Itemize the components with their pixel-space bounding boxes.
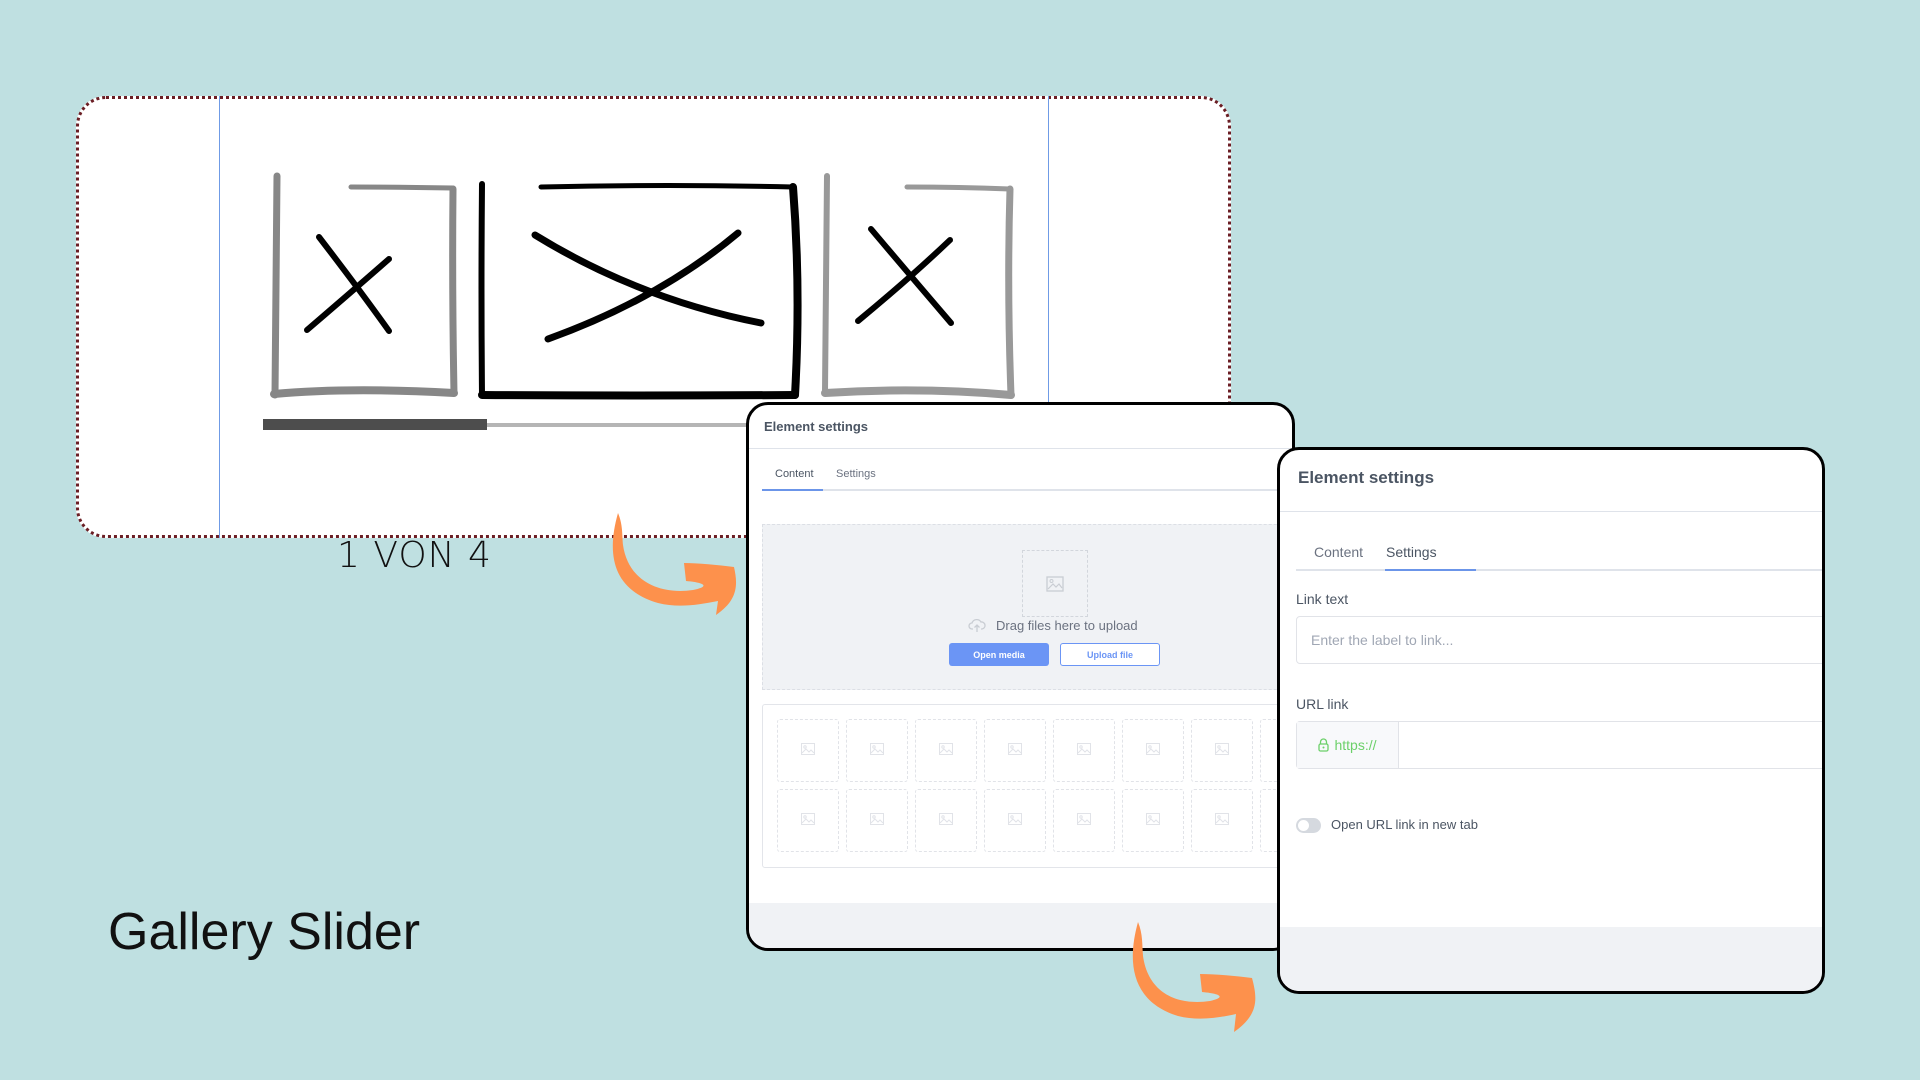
url-link-input[interactable] (1398, 722, 1822, 768)
media-grid-tile[interactable] (1122, 789, 1184, 852)
media-grid-tile[interactable] (1053, 719, 1115, 782)
image-icon (801, 742, 815, 760)
image-icon (1008, 812, 1022, 830)
media-grid-tile[interactable] (1122, 719, 1184, 782)
link-text-input[interactable] (1297, 617, 1822, 663)
image-icon (1046, 575, 1064, 592)
link-text-label: Link text (1296, 591, 1349, 607)
media-grid-tile[interactable] (846, 719, 908, 782)
panel-title: Element settings (1298, 468, 1435, 487)
image-icon (1077, 812, 1091, 830)
image-icon (1077, 742, 1091, 760)
url-link-field[interactable]: https:// (1296, 721, 1822, 769)
image-icon (1215, 812, 1229, 830)
media-grid-tile[interactable] (1191, 789, 1253, 852)
sketch-slide-2-x-icon (531, 229, 765, 343)
media-grid-tile[interactable] (915, 789, 977, 852)
panel-title: Element settings (764, 419, 869, 434)
panel-footer (1280, 927, 1822, 991)
image-icon (1008, 742, 1022, 760)
tab-bar (762, 489, 1292, 491)
active-tab-indicator (1385, 569, 1476, 571)
tab-bar (1296, 569, 1822, 571)
slide-3-right-edge (1005, 185, 1015, 399)
url-link-label: URL link (1296, 696, 1349, 712)
image-icon (870, 812, 884, 830)
slide-1-left-edge (271, 172, 281, 399)
url-protocol-prefix: https:// (1297, 722, 1399, 768)
open-new-tab-toggle[interactable] (1296, 818, 1321, 833)
media-grid-tile[interactable] (915, 719, 977, 782)
slide-2-bottom-edge (478, 391, 799, 400)
tab-settings[interactable]: Settings (1386, 544, 1437, 560)
open-new-tab-label: Open URL link in new tab (1331, 817, 1478, 832)
url-prefix-text: https:// (1334, 737, 1377, 753)
slide-1-right-edge (449, 185, 458, 397)
slide-3-top-edge (904, 184, 1013, 192)
slide-1-bottom-edge (270, 386, 458, 398)
element-settings-content-panel: Element settings Content Settings Drag f… (746, 402, 1295, 951)
slide-counter: 1 VON 4 (337, 535, 492, 576)
media-grid-tile[interactable] (777, 719, 839, 782)
upload-file-button[interactable]: Upload file (1060, 643, 1160, 666)
slide-1-top-edge (348, 184, 456, 191)
sketch-slide-1-x-icon (304, 234, 392, 334)
tab-settings[interactable]: Settings (836, 468, 876, 480)
media-grid-tile[interactable] (1191, 719, 1253, 782)
image-icon (801, 812, 815, 830)
drag-text: Drag files here to upload (996, 617, 1138, 633)
header-divider (1280, 511, 1822, 512)
page-title: Gallery Slider (108, 903, 421, 961)
active-tab-indicator (762, 489, 823, 491)
arrow-shape (1132, 922, 1256, 1032)
image-icon (1146, 742, 1160, 760)
drag-hint: Drag files here to upload (968, 617, 1138, 633)
slide-3-bottom-edge (821, 386, 1015, 399)
slider-progress-fill (263, 419, 487, 430)
sketch-slide-3-x-icon (855, 226, 954, 326)
tab-content[interactable]: Content (775, 468, 814, 480)
lock-icon (1318, 738, 1330, 752)
media-grid-tile[interactable] (984, 789, 1046, 852)
arrow-shape (612, 513, 737, 615)
slide-2-top-edge (538, 183, 796, 190)
media-grid-tile[interactable] (846, 789, 908, 852)
image-placeholder (1022, 550, 1088, 617)
upload-dropzone[interactable]: Drag files here to upload Open media Upl… (762, 524, 1292, 690)
slide-2-left-edge (478, 181, 485, 398)
media-grid (762, 704, 1292, 868)
open-media-button[interactable]: Open media (949, 643, 1049, 666)
image-icon (1146, 812, 1160, 830)
cloud-upload-icon (968, 618, 986, 632)
image-icon (939, 742, 953, 760)
image-icon (870, 742, 884, 760)
flow-arrow-2 (1132, 922, 1256, 1032)
slide-3-left-edge (822, 173, 830, 394)
media-grid-tile[interactable] (984, 719, 1046, 782)
link-text-field[interactable] (1296, 616, 1822, 664)
flow-arrow-1 (612, 513, 737, 615)
slide-2-right-edge (789, 183, 802, 399)
media-grid-tile[interactable] (1053, 789, 1115, 852)
element-settings-settings-panel: Element settings Content Settings Link t… (1277, 447, 1825, 994)
media-grid-tile[interactable] (777, 789, 839, 852)
sketch-slide-1 (270, 172, 458, 399)
image-icon (939, 812, 953, 830)
image-icon (1215, 742, 1229, 760)
header-divider (749, 448, 1292, 449)
tab-content[interactable]: Content (1314, 544, 1363, 560)
